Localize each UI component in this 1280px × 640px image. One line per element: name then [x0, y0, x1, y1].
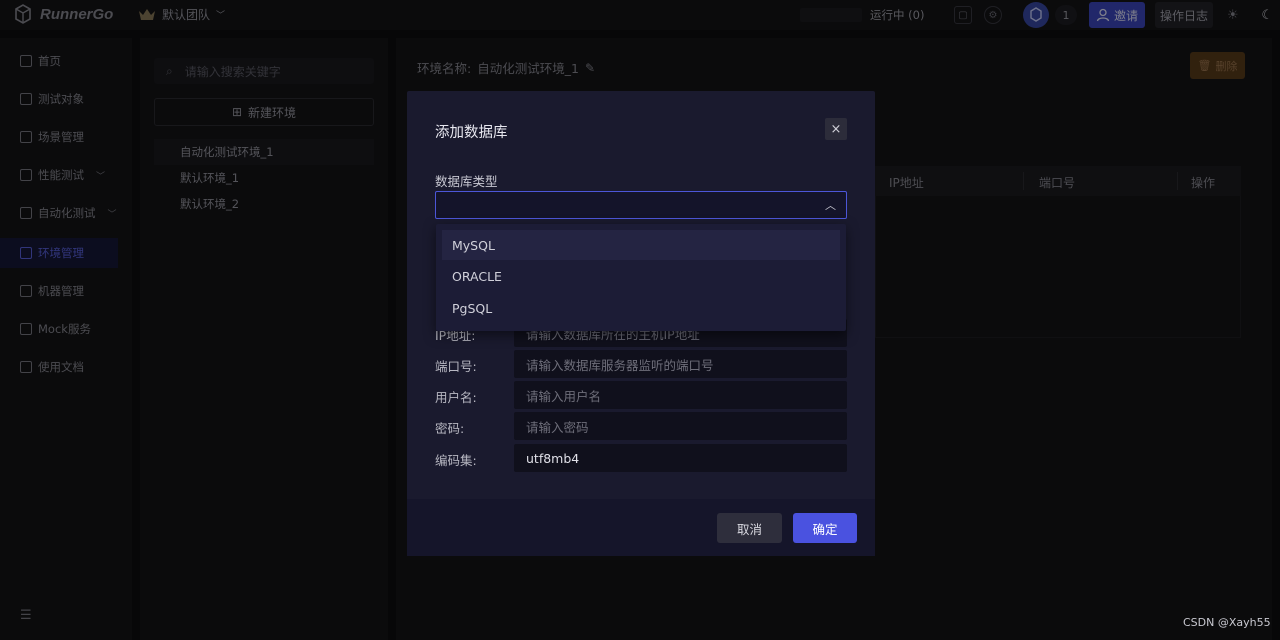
modal-title: 添加数据库	[435, 125, 508, 141]
username-field-row: 用户名: 请输入用户名	[435, 381, 847, 409]
port-label: 端口号:	[435, 359, 477, 374]
db-option-oracle[interactable]: ORACLE	[442, 261, 840, 291]
password-field-row: 密码: 请输入密码	[435, 412, 847, 440]
charset-input[interactable]: utf8mb4	[514, 444, 847, 472]
db-type-dropdown: MySQL ORACLE PgSQL	[436, 224, 846, 331]
port-input[interactable]: 请输入数据库服务器监听的端口号	[514, 350, 847, 378]
chevron-up-icon: ︿	[825, 199, 836, 212]
close-button[interactable]: ×	[825, 118, 847, 140]
confirm-button[interactable]: 确定	[793, 513, 857, 543]
watermark: CSDN @Xayh55	[1183, 616, 1271, 629]
charset-field-row: 编码集: utf8mb4	[435, 444, 847, 472]
modal-footer: 取消 确定	[407, 499, 875, 556]
db-option-pgsql[interactable]: PgSQL	[442, 293, 840, 323]
port-field-row: 端口号: 请输入数据库服务器监听的端口号	[435, 350, 847, 378]
username-label: 用户名:	[435, 390, 477, 405]
username-input[interactable]: 请输入用户名	[514, 381, 847, 409]
close-icon: ×	[830, 121, 842, 137]
password-label: 密码:	[435, 421, 465, 436]
db-option-mysql[interactable]: MySQL	[442, 230, 840, 260]
cancel-button[interactable]: 取消	[717, 513, 782, 543]
charset-label: 编码集:	[435, 453, 477, 468]
db-type-label: 数据库类型	[435, 174, 498, 189]
password-input[interactable]: 请输入密码	[514, 412, 847, 440]
db-type-select[interactable]: ︿	[435, 191, 847, 219]
